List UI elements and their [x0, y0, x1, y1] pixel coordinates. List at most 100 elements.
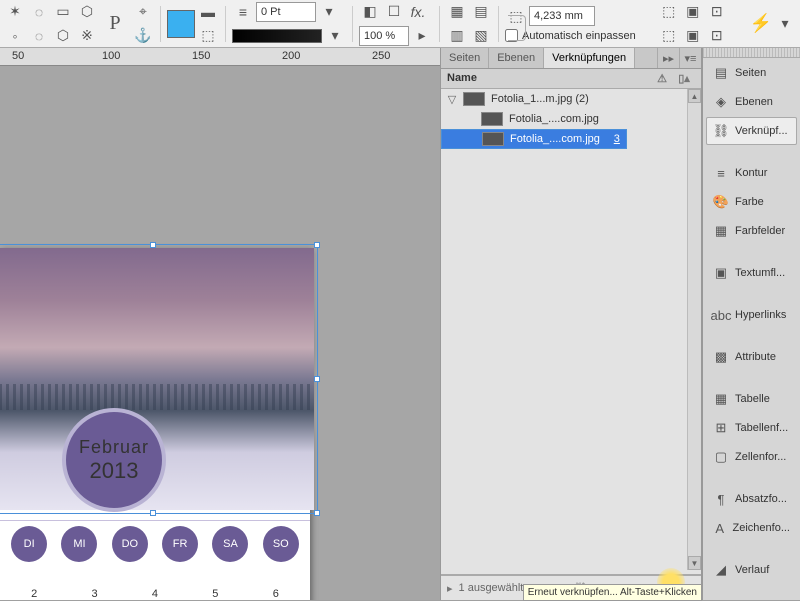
frame-fit-btn[interactable]: ⬚	[658, 1, 680, 23]
tool-btn[interactable]: ⬡	[52, 25, 74, 47]
scrollbar[interactable]: ▲ ▼	[687, 89, 701, 570]
frame-fit-btn[interactable]: ⊡	[706, 1, 728, 23]
dock-icon: abc	[713, 307, 729, 323]
page-column-icon[interactable]: ▯▴	[673, 72, 695, 85]
thumbnail	[481, 112, 503, 126]
panel-menu-icon[interactable]: ▾≡	[679, 48, 701, 68]
thumbnail	[463, 92, 485, 106]
dock-label: Attribute	[735, 351, 776, 363]
frame-fit-btn[interactable]: ▣	[682, 25, 704, 47]
link-name: Fotolia_1...m.jpg (2)	[491, 93, 675, 105]
chain-link-icon[interactable]	[508, 15, 526, 41]
dock-icon: A	[713, 520, 727, 536]
dock-label: Zellenfor...	[735, 451, 786, 463]
list-item[interactable]: ▽ Fotolia_1...m.jpg (2)	[441, 89, 701, 109]
dock-button[interactable]: 🎨 Farbe	[706, 188, 797, 216]
tab-ebenen[interactable]: Ebenen	[489, 48, 544, 68]
dock-button[interactable]: ▣ Textumfl...	[706, 259, 797, 287]
dock-label: Hyperlinks	[735, 309, 786, 321]
dock-label: Farbe	[735, 196, 764, 208]
links-panel: Seiten Ebenen Verknüpfungen ▸▸ ▾≡ Name ⚠…	[440, 48, 702, 600]
frame-fit-btn[interactable]: ▣	[682, 1, 704, 23]
tool-btn[interactable]: ▦	[446, 1, 468, 23]
dock-label: Seiten	[735, 67, 766, 79]
list-item[interactable]: Fotolia_....com.jpg2	[441, 109, 701, 129]
dock-icon: ▩	[713, 349, 729, 365]
scroll-up-icon[interactable]: ▲	[688, 89, 701, 103]
dock-icon: 🎨	[713, 194, 729, 210]
links-list[interactable]: ▽ Fotolia_1...m.jpg (2) Fotolia_....com.jp…	[441, 89, 701, 570]
dock-button[interactable]: ▢Zellenfor...	[706, 443, 797, 471]
disclosure-icon[interactable]: ▽	[447, 93, 457, 106]
tool-btn[interactable]: ◌	[28, 25, 50, 47]
tool-btn[interactable]: ▬	[197, 1, 219, 23]
dock-grip[interactable]	[703, 48, 800, 58]
warn-column-icon[interactable]: ⚠	[651, 72, 673, 85]
tool-btn[interactable]: ◧	[359, 1, 381, 23]
tool-btn[interactable]: ▥	[446, 25, 468, 47]
dock-button[interactable]: ▦Tabelle	[706, 385, 797, 413]
dock-icon: ▣	[713, 265, 729, 281]
dropdown-icon[interactable]: ▾	[324, 25, 346, 47]
tool-btn[interactable]: ⬡	[76, 1, 98, 23]
tool-btn[interactable]: ▧	[470, 25, 492, 47]
dropdown-icon[interactable]: ▸	[411, 25, 433, 47]
dock-button[interactable]: ⛓Verknüpf...	[706, 117, 797, 145]
top-toolbar: ✶ ◌ ▭ ⬡ ◦ ◌ ⬡ ※ P ⌖ ⚓ ▬ ⬚ ≡ 0 Pt ▾ ▾	[0, 0, 800, 48]
dock-icon: ▦	[713, 391, 729, 407]
dock-label: Kontur	[735, 167, 767, 179]
canvas[interactable]: 50 100 150 200 250 Februar 2013 DI MI DO…	[0, 48, 440, 600]
panel-tabs: Seiten Ebenen Verknüpfungen ▸▸ ▾≡	[441, 48, 701, 69]
page-number[interactable]: 3	[606, 133, 620, 145]
dock-label: Textumfl...	[735, 267, 785, 279]
dock-icon: ◈	[713, 94, 729, 110]
dock-button[interactable]: ▤Seiten	[706, 59, 797, 87]
dock-button[interactable]: ≡Kontur	[706, 159, 797, 187]
collapse-icon[interactable]: ▸▸	[657, 48, 679, 68]
dock-button[interactable]: abc Hyperlinks	[706, 301, 797, 329]
tool-btn[interactable]: ▭	[52, 1, 74, 23]
tool-btn[interactable]: ※	[76, 25, 98, 47]
month-label: Februar	[79, 437, 149, 458]
expand-icon[interactable]: ▸	[447, 582, 453, 595]
tool-btn[interactable]: ✶	[4, 1, 26, 23]
zoom-field[interactable]: 100 %	[359, 26, 409, 46]
dock-button[interactable]: ▩ Attribute	[706, 343, 797, 371]
fit-width-field[interactable]: 4,233 mm	[529, 6, 595, 26]
dock-button[interactable]: ⊞Tabellenf...	[706, 414, 797, 442]
dock-icon: ⊞	[713, 420, 729, 436]
tab-seiten[interactable]: Seiten	[441, 48, 489, 68]
dock-button[interactable]: AZeichenfo...	[706, 514, 797, 542]
tool-btn[interactable]: ☐	[383, 1, 405, 23]
tool-btn[interactable]: ⬚	[197, 25, 219, 47]
bolt-icon[interactable]: ⚡	[750, 13, 772, 34]
tool-btn[interactable]: ⚓	[132, 25, 154, 47]
scroll-down-icon[interactable]: ▼	[688, 556, 701, 570]
tool-btn[interactable]: ▤	[470, 1, 492, 23]
year-label: 2013	[90, 458, 139, 484]
name-column[interactable]: Name	[447, 72, 651, 85]
tab-verknuepfungen[interactable]: Verknüpfungen	[544, 48, 635, 68]
dock-label: Absatzfo...	[735, 493, 787, 505]
dropdown-icon[interactable]: ▾	[318, 1, 340, 23]
day-cell: DI	[11, 526, 47, 562]
dock-button[interactable]: ¶Absatzfo...	[706, 485, 797, 513]
frame-fit-btn[interactable]: ⬚	[658, 25, 680, 47]
fx-icon[interactable]: fx.	[407, 1, 429, 23]
tool-btn[interactable]: ⌖	[132, 1, 154, 23]
tool-btn[interactable]: ◦	[4, 25, 26, 47]
gradient-swatch[interactable]	[232, 29, 322, 43]
tool-btn[interactable]: ◌	[28, 1, 50, 23]
tooltip: Erneut verknüpfen... Alt-Taste+Klicken	[523, 584, 702, 601]
dock-button[interactable]: ◢Verlauf	[706, 556, 797, 584]
dock-button[interactable]: ◈Ebenen	[706, 88, 797, 116]
frame-fit-btn[interactable]: ⊡	[706, 25, 728, 47]
dock-button[interactable]: ▦Farbfelder	[706, 217, 797, 245]
fill-swatch[interactable]	[167, 10, 195, 38]
stroke-pt-field[interactable]: 0 Pt	[256, 2, 316, 22]
day-cell: SO	[263, 526, 299, 562]
paragraph-icon[interactable]: P	[100, 9, 130, 39]
list-item[interactable]: Fotolia_....com.jpg3	[441, 129, 627, 149]
selection-count: 1 ausgewählt	[459, 582, 524, 594]
dropdown-icon[interactable]: ▾	[774, 13, 796, 35]
